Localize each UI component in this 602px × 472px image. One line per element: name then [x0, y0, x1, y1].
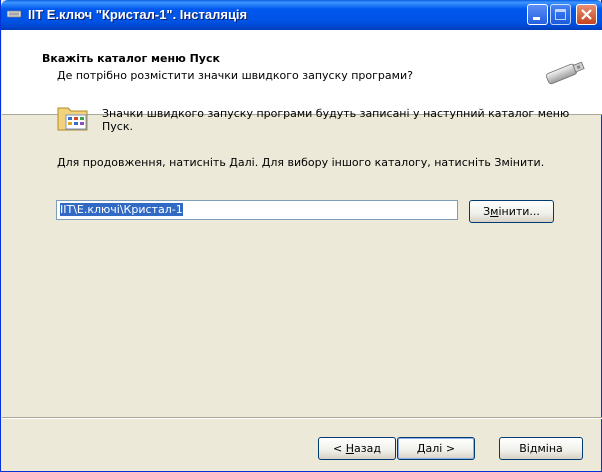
back-label-mnemonic: Н [345, 442, 355, 455]
window-title: IIT Е.ключ "Кристал-1". Інсталяція [28, 7, 248, 22]
next-label-end: алі > [425, 442, 456, 455]
change-label-end: інити... [498, 205, 540, 218]
change-button[interactable]: Змінити... [469, 200, 554, 223]
minimize-button[interactable] [527, 4, 548, 25]
page-subtitle: Де потрібно розмістити значки швидкого з… [57, 69, 413, 82]
start-menu-path-input[interactable]: IIT\Е.ключі\Кристал-1 [56, 200, 458, 220]
path-value: IIT\Е.ключі\Кристал-1 [60, 203, 183, 216]
cancel-button[interactable]: Відміна [499, 437, 583, 460]
back-button[interactable]: < Назад [318, 437, 396, 460]
info-text: Значки швидкого запуску програми будуть … [102, 107, 570, 133]
footer-divider [2, 417, 602, 419]
next-button[interactable]: Далі > [397, 437, 475, 460]
next-label-mnemonic: Д [416, 442, 426, 455]
instruction-text: Для продовження, натисніть Далі. Для виб… [57, 156, 545, 169]
maximize-icon [555, 9, 566, 20]
page-title: Вкажіть каталог меню Пуск [42, 52, 220, 65]
back-label-end: азад [354, 442, 381, 455]
usb-key-icon [546, 61, 585, 85]
back-label-start: < [333, 442, 346, 455]
maximize-button[interactable] [550, 4, 571, 25]
installer-window: IIT Е.ключ "Кристал-1". Інсталяція Вкажі… [0, 0, 602, 472]
wizard-header: Вкажіть каталог меню Пуск Де потрібно ро… [2, 30, 602, 115]
close-button[interactable] [576, 4, 597, 25]
app-icon [7, 10, 21, 18]
title-bar[interactable]: IIT Е.ключ "Кристал-1". Інсталяція [1, 0, 602, 30]
close-icon [581, 9, 592, 20]
minimize-icon [533, 17, 540, 20]
start-menu-folder-icon [57, 107, 88, 131]
